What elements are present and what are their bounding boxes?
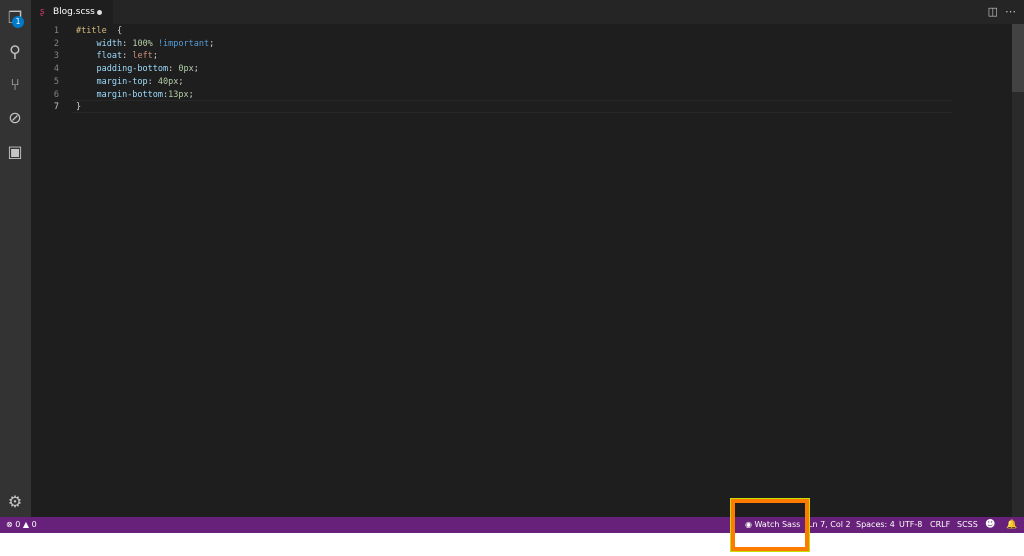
line-number: 6 xyxy=(53,89,59,100)
tab-blog-scss[interactable]: ʂ Blog.scss xyxy=(31,0,113,24)
code-token: margin-bottom xyxy=(96,89,164,100)
code-token: 100% xyxy=(132,38,153,49)
extensions-icon[interactable]: ▣ xyxy=(5,142,25,162)
code-token: : xyxy=(122,38,133,49)
code-token: : xyxy=(168,64,179,75)
code-token: ; xyxy=(178,76,184,87)
more-actions-icon[interactable]: ⋯ xyxy=(1005,5,1016,18)
unsaved-dot-icon[interactable] xyxy=(97,10,102,15)
code-token: 40px xyxy=(157,76,179,87)
notifications-bell-icon[interactable]: 🔔 xyxy=(1006,517,1017,533)
status-bar: ⊗ 0 ▲ 0 ◉ Watch Sass Ln 7, Col 2 Spaces:… xyxy=(0,517,1024,533)
code-line: width: 100% !important; xyxy=(76,38,214,51)
language-mode[interactable]: SCSS xyxy=(957,517,978,533)
activity-bar: ❐ 1 ⚲ ⑂ ⊘ ▣ ⚙ xyxy=(0,0,31,517)
code-token: #title xyxy=(76,26,107,36)
line-number: 3 xyxy=(53,51,59,62)
tab-label: Blog.scss xyxy=(53,7,95,17)
code-line: float: left; xyxy=(76,50,158,63)
code-token: ; xyxy=(188,89,194,100)
code-token: ; xyxy=(152,51,158,62)
scrollbar-thumb[interactable] xyxy=(1012,24,1024,92)
code-token: ; xyxy=(193,64,199,75)
indentation[interactable]: Spaces: 4 xyxy=(856,517,895,533)
vertical-scrollbar[interactable] xyxy=(1012,24,1024,517)
line-number: 5 xyxy=(53,76,59,87)
code-token: { xyxy=(106,26,123,36)
code-line: #title { xyxy=(76,25,122,38)
code-token: : xyxy=(147,76,158,87)
tab-bar: ʂ Blog.scss ◫ ⋯ xyxy=(31,0,1024,24)
line-ending[interactable]: CRLF xyxy=(930,517,950,533)
encoding[interactable]: UTF-8 xyxy=(899,517,922,533)
cursor-position[interactable]: Ln 7, Col 2 xyxy=(808,517,851,533)
code-token: margin-top xyxy=(96,76,148,87)
highlight-box xyxy=(730,498,810,552)
debug-icon[interactable]: ⊘ xyxy=(5,108,25,128)
line-number: 7 xyxy=(53,102,59,113)
code-token: left xyxy=(132,51,153,62)
code-token: ; xyxy=(209,38,215,49)
line-number: 2 xyxy=(53,38,59,49)
explorer-badge: 1 xyxy=(12,16,24,28)
code-token: float xyxy=(96,51,123,62)
code-token: : xyxy=(122,51,133,62)
code-line: } xyxy=(76,101,81,114)
settings-gear-icon[interactable]: ⚙ xyxy=(5,492,25,512)
code-line: padding-bottom: 0px; xyxy=(76,63,199,76)
code-token: !important xyxy=(152,38,210,49)
code-token: 0px xyxy=(178,64,194,75)
sass-file-icon: ʂ xyxy=(40,7,45,17)
line-number: 4 xyxy=(53,64,59,75)
current-line-highlight xyxy=(71,100,952,113)
line-number: 1 xyxy=(53,26,59,36)
problems-indicator[interactable]: ⊗ 0 ▲ 0 xyxy=(6,517,37,533)
code-token: 13px xyxy=(168,89,189,100)
code-token: padding-bottom xyxy=(96,64,169,75)
code-token: width xyxy=(96,38,123,49)
code-editor[interactable]: 1 #title {2 width: 100% !important; 3 floa… xyxy=(31,24,1024,517)
source-control-icon[interactable]: ⑂ xyxy=(5,75,25,95)
split-editor-icon[interactable]: ◫ xyxy=(988,5,998,18)
search-icon[interactable]: ⚲ xyxy=(5,42,25,62)
code-line: margin-bottom:13px; xyxy=(76,89,194,102)
code-token: } xyxy=(76,102,82,113)
feedback-smiley-icon[interactable]: ☻ xyxy=(985,517,995,533)
code-line: margin-top: 40px; xyxy=(76,76,184,89)
